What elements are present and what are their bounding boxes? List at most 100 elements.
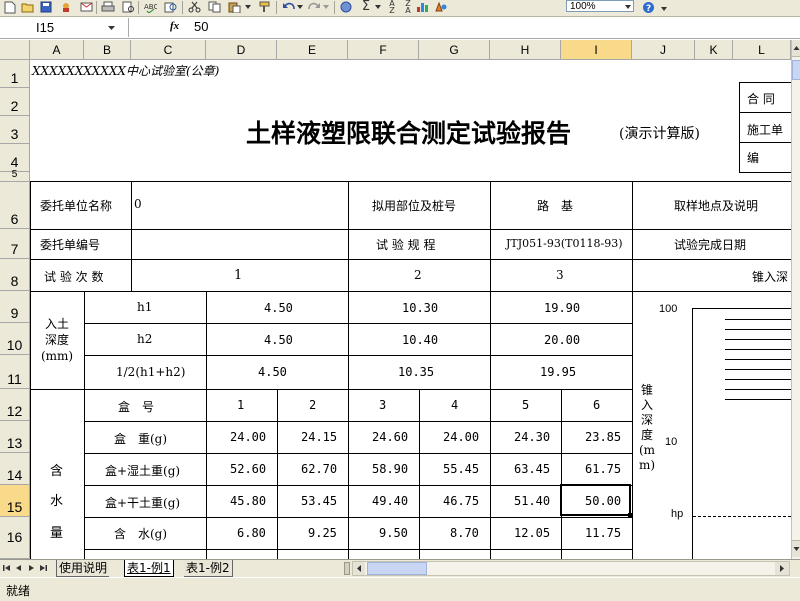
water-weight-cell[interactable]: 6.80 xyxy=(237,526,266,540)
box-no-cell[interactable]: 5 xyxy=(522,398,529,412)
first-sheet-icon[interactable] xyxy=(2,562,12,574)
havg-cell[interactable]: 10.35 xyxy=(398,365,434,379)
row-header-1[interactable]: 1 xyxy=(0,60,30,88)
name-box-dropdown-icon[interactable] xyxy=(108,26,115,30)
paste-dropdown-icon[interactable] xyxy=(244,0,252,14)
client-name-value[interactable]: 0 xyxy=(134,197,142,211)
autosum-icon[interactable]: Σ xyxy=(358,0,374,14)
box-weight-cell[interactable]: 24.15 xyxy=(301,430,337,444)
wet-weight-cell[interactable]: 52.60 xyxy=(230,462,266,476)
column-header-b[interactable]: B xyxy=(84,40,131,60)
water-weight-cell[interactable]: 9.50 xyxy=(379,526,408,540)
prev-sheet-icon[interactable] xyxy=(14,562,24,574)
box-weight-cell[interactable]: 24.60 xyxy=(372,430,408,444)
dry-weight-cell[interactable]: 53.45 xyxy=(301,494,337,508)
column-header-c[interactable]: C xyxy=(131,40,206,60)
sort-descending-icon[interactable]: ZA xyxy=(400,0,416,15)
column-header-d[interactable]: D xyxy=(206,40,277,60)
h1-cell[interactable]: 10.30 xyxy=(402,301,438,315)
select-all-corner[interactable] xyxy=(0,40,30,60)
row-header-5[interactable]: 5 xyxy=(0,169,30,182)
row-header-6[interactable]: 6 xyxy=(0,182,30,229)
print-icon[interactable] xyxy=(100,0,116,14)
research-icon[interactable] xyxy=(162,0,178,14)
h-scroll-thumb[interactable] xyxy=(367,562,427,575)
copy-icon[interactable] xyxy=(206,0,222,14)
next-sheet-icon[interactable] xyxy=(26,562,36,574)
last-sheet-icon[interactable] xyxy=(38,562,48,574)
new-file-icon[interactable] xyxy=(2,0,18,14)
box-weight-cell[interactable]: 24.00 xyxy=(443,430,479,444)
email-icon[interactable] xyxy=(78,0,94,14)
wet-weight-cell[interactable]: 58.90 xyxy=(372,462,408,476)
water-weight-cell[interactable]: 12.05 xyxy=(514,526,550,540)
h1-cell[interactable]: 4.50 xyxy=(264,301,293,315)
drawing-icon[interactable] xyxy=(432,0,448,14)
sheet-tab-example1-active[interactable]: 表1-例1 xyxy=(124,560,174,578)
spec-value[interactable]: JTJ051-93(T0118-93) xyxy=(506,237,623,250)
insert-function-icon[interactable]: fx xyxy=(170,20,179,32)
h1-cell[interactable]: 19.90 xyxy=(544,301,580,315)
open-folder-icon[interactable] xyxy=(20,0,36,14)
spelling-icon[interactable]: ABC xyxy=(142,0,158,14)
wet-weight-cell[interactable]: 62.70 xyxy=(301,462,337,476)
print-preview-icon[interactable] xyxy=(120,0,136,14)
box-no-cell[interactable]: 3 xyxy=(379,398,386,412)
havg-cell[interactable]: 19.95 xyxy=(540,365,576,379)
save-icon[interactable] xyxy=(38,0,54,14)
box-weight-cell[interactable]: 24.00 xyxy=(230,430,266,444)
row-header-13[interactable]: 13 xyxy=(0,421,30,453)
format-painter-icon[interactable] xyxy=(256,0,272,14)
scroll-right-button[interactable] xyxy=(775,562,789,575)
chart-wizard-icon[interactable] xyxy=(414,0,430,14)
row-header-3[interactable]: 3 xyxy=(0,116,30,144)
cone-depth-chart[interactable]: 100 10 hp 锥入深度(mm) xyxy=(635,293,791,559)
column-header-l[interactable]: L xyxy=(733,40,791,60)
box-no-cell[interactable]: 4 xyxy=(451,398,458,412)
dry-weight-cell[interactable]: 49.40 xyxy=(372,494,408,508)
zoom-combo[interactable]: 100% xyxy=(566,0,634,12)
box-no-cell[interactable]: 1 xyxy=(237,398,244,412)
autosum-dropdown-icon[interactable] xyxy=(374,0,382,14)
dry-weight-cell[interactable]: 46.75 xyxy=(443,494,479,508)
h2-cell[interactable]: 4.50 xyxy=(264,333,293,347)
box-weight-cell[interactable]: 23.85 xyxy=(585,430,621,444)
column-header-h[interactable]: H xyxy=(490,40,561,60)
row-header-16[interactable]: 16 xyxy=(0,517,30,559)
undo-dropdown-icon[interactable] xyxy=(296,0,304,14)
column-header-e[interactable]: E xyxy=(277,40,348,60)
havg-cell[interactable]: 4.50 xyxy=(258,365,287,379)
fill-handle[interactable] xyxy=(628,513,633,518)
planned-site-value[interactable]: 路 基 xyxy=(537,197,573,214)
cut-icon[interactable] xyxy=(186,0,202,14)
row-header-2[interactable]: 2 xyxy=(0,88,30,116)
row-header-10[interactable]: 10 xyxy=(0,323,30,355)
name-box[interactable]: I15 xyxy=(0,18,129,37)
undo-icon[interactable] xyxy=(280,0,296,14)
column-header-j[interactable]: J xyxy=(632,40,695,60)
column-header-a[interactable]: A xyxy=(30,40,84,60)
box-weight-cell[interactable]: 24.30 xyxy=(514,430,550,444)
row-header-15[interactable]: 15 xyxy=(0,485,30,517)
scroll-thumb[interactable] xyxy=(792,60,800,80)
sort-ascending-icon[interactable]: AZ xyxy=(384,0,400,15)
row-header-9[interactable]: 9 xyxy=(0,291,30,323)
tab-split-handle[interactable] xyxy=(344,562,350,575)
horizontal-scrollbar[interactable] xyxy=(352,561,790,576)
redo-icon[interactable] xyxy=(306,0,322,14)
dry-weight-cell[interactable]: 51.40 xyxy=(514,494,550,508)
wet-weight-cell[interactable]: 55.45 xyxy=(443,462,479,476)
worksheet-grid[interactable]: XXXXXXXXXXX中心试验室(公章) 土样液塑限联合测定试验报告 (演示计算… xyxy=(30,60,791,559)
row-header-14[interactable]: 14 xyxy=(0,453,30,485)
scroll-up-button[interactable] xyxy=(792,40,800,57)
row-header-7[interactable]: 7 xyxy=(0,229,30,259)
water-weight-cell[interactable]: 8.70 xyxy=(450,526,479,540)
hyperlink-icon[interactable] xyxy=(338,0,354,14)
h2-cell[interactable]: 10.40 xyxy=(402,333,438,347)
dry-weight-cell[interactable]: 45.80 xyxy=(230,494,266,508)
box-no-cell[interactable]: 6 xyxy=(593,398,600,412)
row-header-11[interactable]: 11 xyxy=(0,355,30,389)
permission-icon[interactable] xyxy=(58,0,74,14)
sheet-tab-instructions[interactable]: 使用说明 xyxy=(56,560,110,577)
column-header-g[interactable]: G xyxy=(419,40,490,60)
